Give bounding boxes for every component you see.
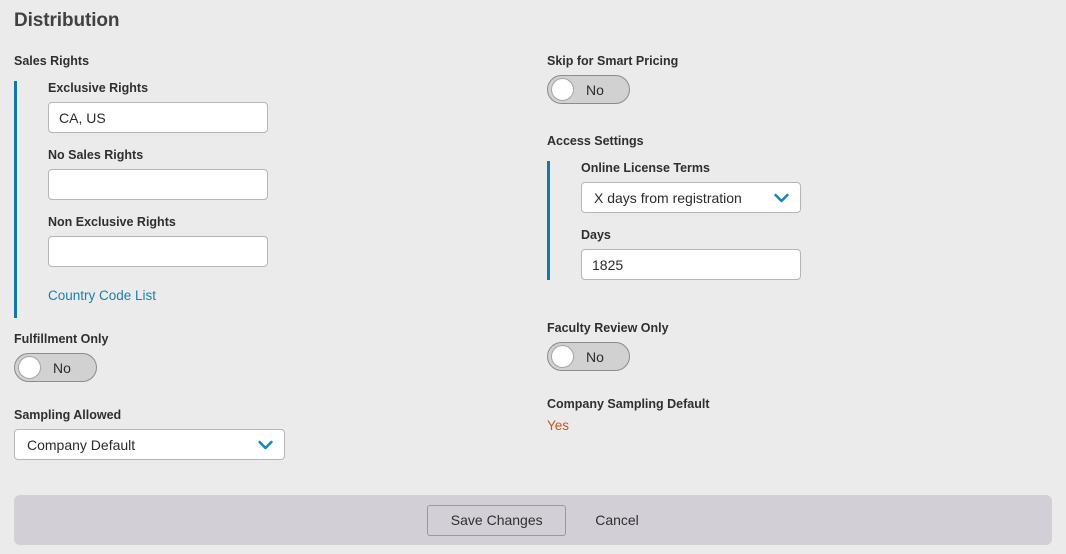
toggle-knob-icon xyxy=(551,78,574,101)
exclusive-rights-input[interactable] xyxy=(48,102,268,133)
label-company-sampling-default: Company Sampling Default xyxy=(547,397,710,411)
label-skip-for-smart-pricing: Skip for Smart Pricing xyxy=(547,54,679,68)
left-column: Sales Rights Exclusive Rights No Sales R… xyxy=(14,54,514,475)
skip-for-smart-pricing-toggle[interactable]: No xyxy=(547,75,630,104)
fulfillment-only-toggle-value: No xyxy=(53,359,71,376)
sampling-allowed-select[interactable]: Company Default xyxy=(14,429,285,460)
online-license-terms-selected-value: X days from registration xyxy=(594,189,742,206)
page-title: Distribution xyxy=(14,10,120,31)
field-no-sales-rights: No Sales Rights xyxy=(48,148,514,200)
sampling-allowed-selected-value: Company Default xyxy=(27,436,136,453)
sales-rights-accent-block: Exclusive Rights No Sales Rights Non Exc… xyxy=(14,81,514,318)
toggle-knob-icon xyxy=(18,356,41,379)
field-non-exclusive-rights: Non Exclusive Rights xyxy=(48,215,514,267)
right-column: Skip for Smart Pricing No Access Setting… xyxy=(547,54,1047,448)
skip-for-smart-pricing-toggle-value: No xyxy=(586,81,604,98)
label-online-license-terms: Online License Terms xyxy=(581,161,710,175)
online-license-terms-select-wrap: X days from registration xyxy=(581,182,801,213)
field-exclusive-rights: Exclusive Rights xyxy=(48,81,514,133)
company-sampling-default-value: Yes xyxy=(547,418,570,433)
label-non-exclusive-rights: Non Exclusive Rights xyxy=(48,215,176,229)
no-sales-rights-input[interactable] xyxy=(48,169,268,200)
label-faculty-review-only: Faculty Review Only xyxy=(547,321,669,335)
field-faculty-review-only: Faculty Review Only No xyxy=(547,321,1047,373)
toggle-knob-icon xyxy=(551,345,574,368)
sampling-allowed-select-wrap: Company Default xyxy=(14,429,285,460)
days-input[interactable] xyxy=(581,249,801,280)
access-settings-accent-block: Online License Terms X days from registr… xyxy=(547,161,1047,280)
save-changes-button[interactable]: Save Changes xyxy=(427,504,567,536)
label-no-sales-rights: No Sales Rights xyxy=(48,148,144,162)
field-days: Days xyxy=(581,228,1047,280)
field-skip-for-smart-pricing: Skip for Smart Pricing No xyxy=(547,54,1047,106)
cancel-button[interactable]: Cancel xyxy=(595,512,639,528)
non-exclusive-rights-input[interactable] xyxy=(48,236,268,267)
label-days: Days xyxy=(581,228,611,242)
field-company-sampling-default: Company Sampling Default Yes xyxy=(547,397,1047,433)
field-online-license-terms: Online License Terms X days from registr… xyxy=(581,161,1047,213)
label-sampling-allowed: Sampling Allowed xyxy=(14,408,122,422)
field-fulfillment-only: Fulfillment Only No xyxy=(14,332,514,384)
field-sampling-allowed: Sampling Allowed Company Default xyxy=(14,408,514,460)
faculty-review-only-toggle[interactable]: No xyxy=(547,342,630,371)
faculty-review-only-toggle-value: No xyxy=(586,348,604,365)
sales-rights-group-title: Sales Rights xyxy=(14,54,90,68)
footer-action-bar: Save Changes Cancel xyxy=(14,495,1052,545)
access-settings-group-title: Access Settings xyxy=(547,134,644,148)
fulfillment-only-toggle[interactable]: No xyxy=(14,353,97,382)
label-exclusive-rights: Exclusive Rights xyxy=(48,81,149,95)
country-code-list-row: Country Code List xyxy=(48,282,514,318)
online-license-terms-select[interactable]: X days from registration xyxy=(581,182,801,213)
country-code-list-link[interactable]: Country Code List xyxy=(48,288,156,303)
label-fulfillment-only: Fulfillment Only xyxy=(14,332,109,346)
